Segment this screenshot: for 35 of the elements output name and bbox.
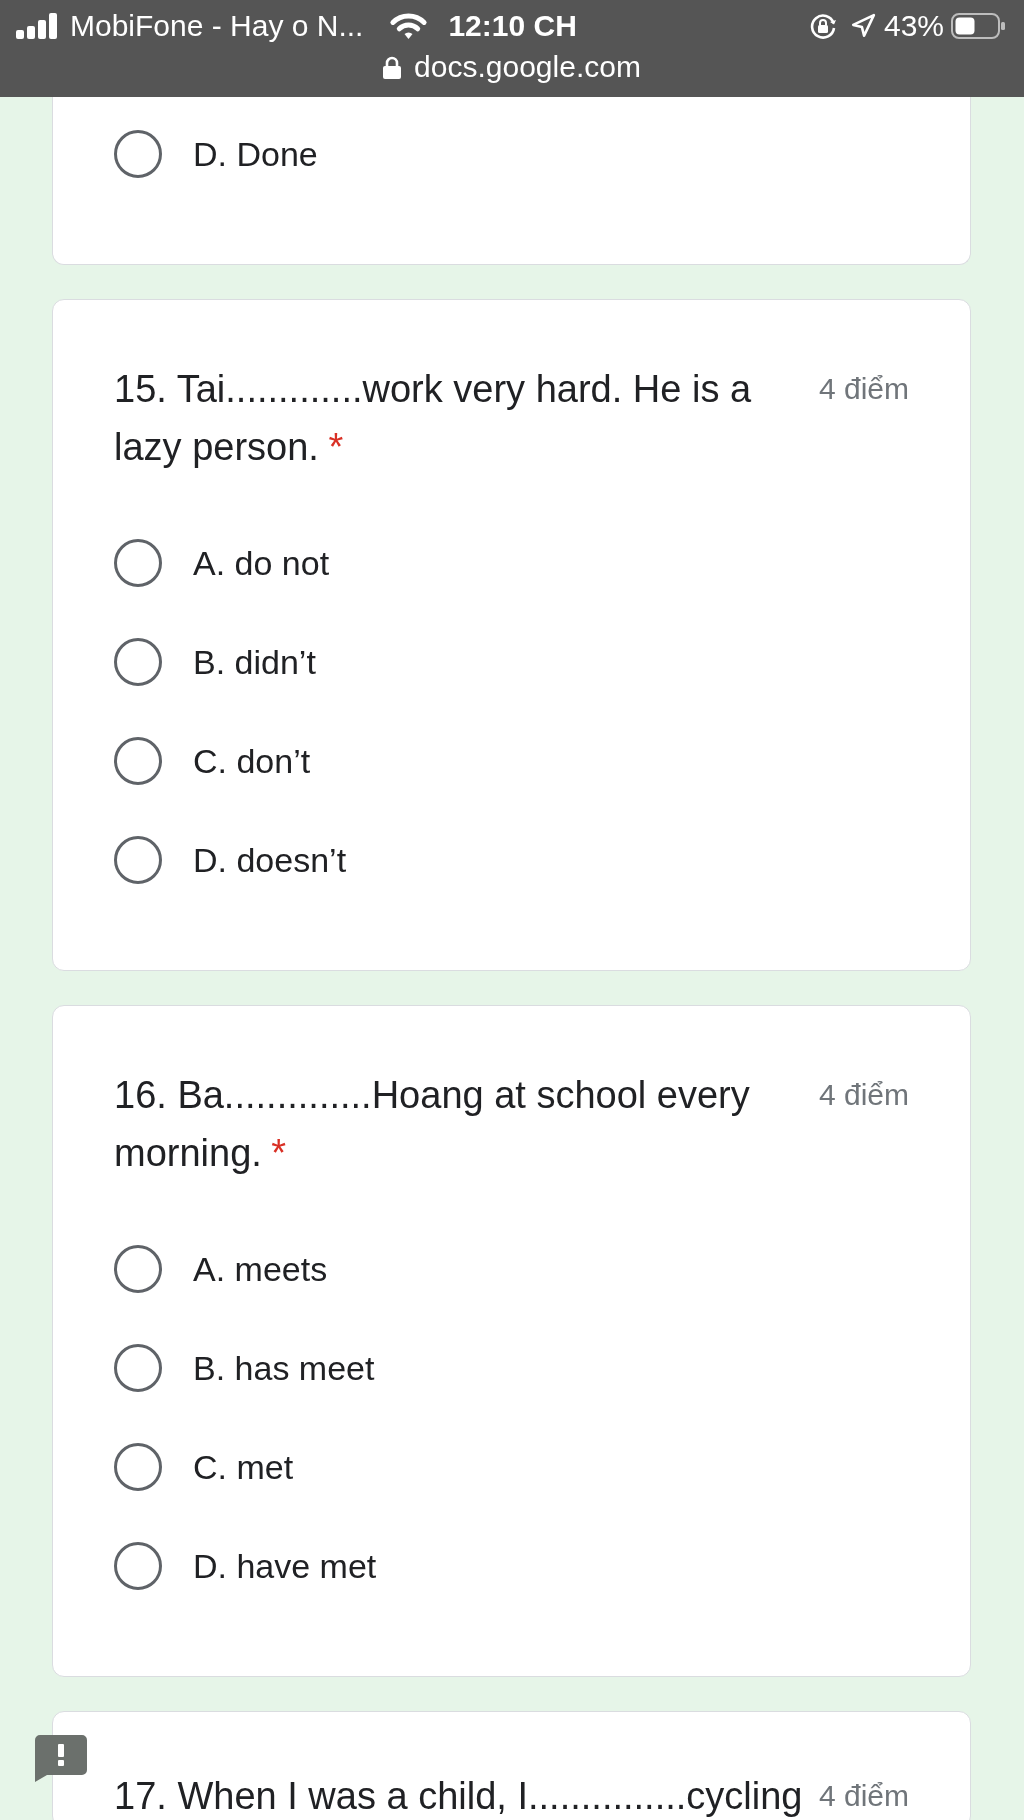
option-label[interactable]: D. have met	[193, 1546, 377, 1586]
location-arrow-icon	[849, 13, 876, 39]
option-label[interactable]: B. didn’t	[193, 642, 316, 682]
clock-time: 12:10 CH	[448, 8, 577, 44]
option-label[interactable]: A. meets	[193, 1249, 328, 1289]
signal-bars-icon	[16, 13, 59, 39]
battery-percent: 43%	[883, 8, 944, 44]
points-label: 4 điểm	[818, 1077, 909, 1113]
option-label[interactable]: B. has meet	[193, 1348, 375, 1388]
radio-button[interactable]	[114, 539, 162, 587]
radio-button[interactable]	[114, 1542, 162, 1590]
radio-button[interactable]	[114, 1344, 162, 1392]
alert-bubble-icon[interactable]	[35, 1735, 87, 1782]
option-label[interactable]: A. do not	[193, 543, 330, 583]
wifi-icon	[389, 12, 429, 40]
option-label[interactable]: C. don’t	[193, 741, 311, 781]
page-address[interactable]: docs.google.com	[414, 49, 641, 85]
radio-button[interactable]	[114, 130, 162, 178]
radio-button[interactable]	[114, 737, 162, 785]
option-label[interactable]: D. doesn’t	[193, 840, 347, 880]
radio-button[interactable]	[114, 1245, 162, 1293]
question-title: 16. Ba..............Hoang at school every morning. *	[114, 1074, 750, 1174]
option-label[interactable]: D. Done	[193, 134, 318, 174]
radio-button[interactable]	[114, 1443, 162, 1491]
question-title: 17. When I was a child, I...............cycling	[114, 1775, 803, 1817]
points-label: 4 điểm	[818, 371, 909, 407]
battery-icon	[951, 13, 1006, 39]
points-label: 4 điểm	[818, 1778, 909, 1814]
rotation-lock-icon	[808, 12, 837, 40]
radio-button[interactable]	[114, 638, 162, 686]
lock-icon	[383, 55, 402, 79]
radio-button[interactable]	[114, 836, 162, 884]
carrier-name: MobiFone - Hay o N...	[70, 8, 364, 44]
option-label[interactable]: C. met	[193, 1447, 294, 1487]
question-title: 15. Tai.............work very hard. He is a lazy person. *	[114, 368, 752, 468]
